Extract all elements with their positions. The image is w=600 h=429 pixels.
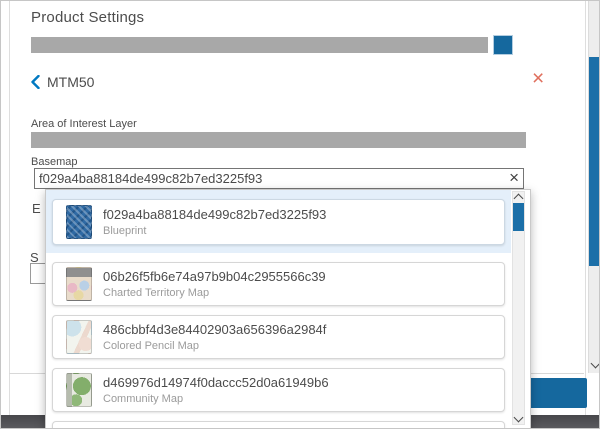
product-settings-window: Product Settings MTM50 × Area of Interes… bbox=[0, 0, 600, 429]
item-id: d469976d14974f0daccc52d0a61949b6 bbox=[103, 375, 329, 390]
selected-option-highlight: f029a4ba88184de499c82b7ed3225f93 Bluepri… bbox=[46, 190, 511, 253]
list-item-community-map[interactable]: d469976d14974f0daccc52d0a61949b6 Communi… bbox=[52, 368, 505, 412]
basemap-combobox: × bbox=[34, 168, 524, 189]
item-id: f029a4ba88184de499c82b7ed3225f93 bbox=[103, 207, 326, 222]
chevron-left-icon bbox=[31, 75, 40, 89]
dropdown-scrollbar-thumb[interactable] bbox=[513, 203, 524, 231]
page-title: Product Settings bbox=[31, 9, 144, 26]
item-id: 486cbbf4d3e84402903a656396a2984f bbox=[103, 322, 326, 337]
charted-territory-thumbnail bbox=[66, 267, 92, 301]
clear-x-icon[interactable]: × bbox=[509, 168, 519, 188]
page-scrollbar-thumb[interactable] bbox=[589, 57, 600, 266]
dropdown-scrollbar[interactable] bbox=[512, 191, 525, 425]
aoi-layer-label: Area of Interest Layer bbox=[31, 118, 137, 130]
colored-pencil-thumbnail bbox=[66, 320, 92, 354]
item-name: Colored Pencil Map bbox=[103, 340, 326, 352]
list-item-charted-territory[interactable]: 06b26f5fb6e74a97b9b04c2955566c39 Charted… bbox=[52, 262, 505, 306]
community-map-thumbnail bbox=[66, 373, 92, 407]
list-item-blueprint[interactable]: f029a4ba88184de499c82b7ed3225f93 Bluepri… bbox=[52, 199, 505, 245]
item-name: Community Map bbox=[103, 393, 329, 405]
basemap-label: Basemap bbox=[31, 156, 77, 168]
product-name-label: MTM50 bbox=[47, 74, 94, 90]
primary-button[interactable] bbox=[526, 378, 587, 408]
back-to-products-link[interactable]: MTM50 bbox=[31, 74, 94, 90]
redacted-product-bar bbox=[31, 37, 488, 53]
list-item-colored-pencil[interactable]: 486cbbf4d3e84402903a656396a2984f Colored… bbox=[52, 315, 505, 359]
basemap-input[interactable] bbox=[34, 168, 524, 189]
top-bar-end-square bbox=[494, 36, 512, 54]
chevron-down-icon[interactable] bbox=[515, 414, 522, 421]
basemap-dropdown-list: f029a4ba88184de499c82b7ed3225f93 Bluepri… bbox=[45, 189, 531, 429]
item-id: 06b26f5fb6e74a97b9b04c2955566c39 bbox=[103, 269, 326, 284]
item-name: Charted Territory Map bbox=[103, 287, 326, 299]
item-name: Blueprint bbox=[103, 225, 326, 237]
blueprint-thumbnail bbox=[66, 205, 92, 239]
aoi-layer-input-redacted[interactable] bbox=[31, 132, 526, 148]
chevron-up-icon[interactable] bbox=[515, 195, 522, 202]
page-scrollbar[interactable] bbox=[588, 1, 600, 373]
close-icon[interactable]: × bbox=[532, 69, 544, 89]
list-item-partially-visible[interactable] bbox=[52, 421, 505, 429]
chevron-down-icon[interactable] bbox=[592, 360, 599, 367]
clipped-field-label-e: E bbox=[32, 201, 41, 216]
